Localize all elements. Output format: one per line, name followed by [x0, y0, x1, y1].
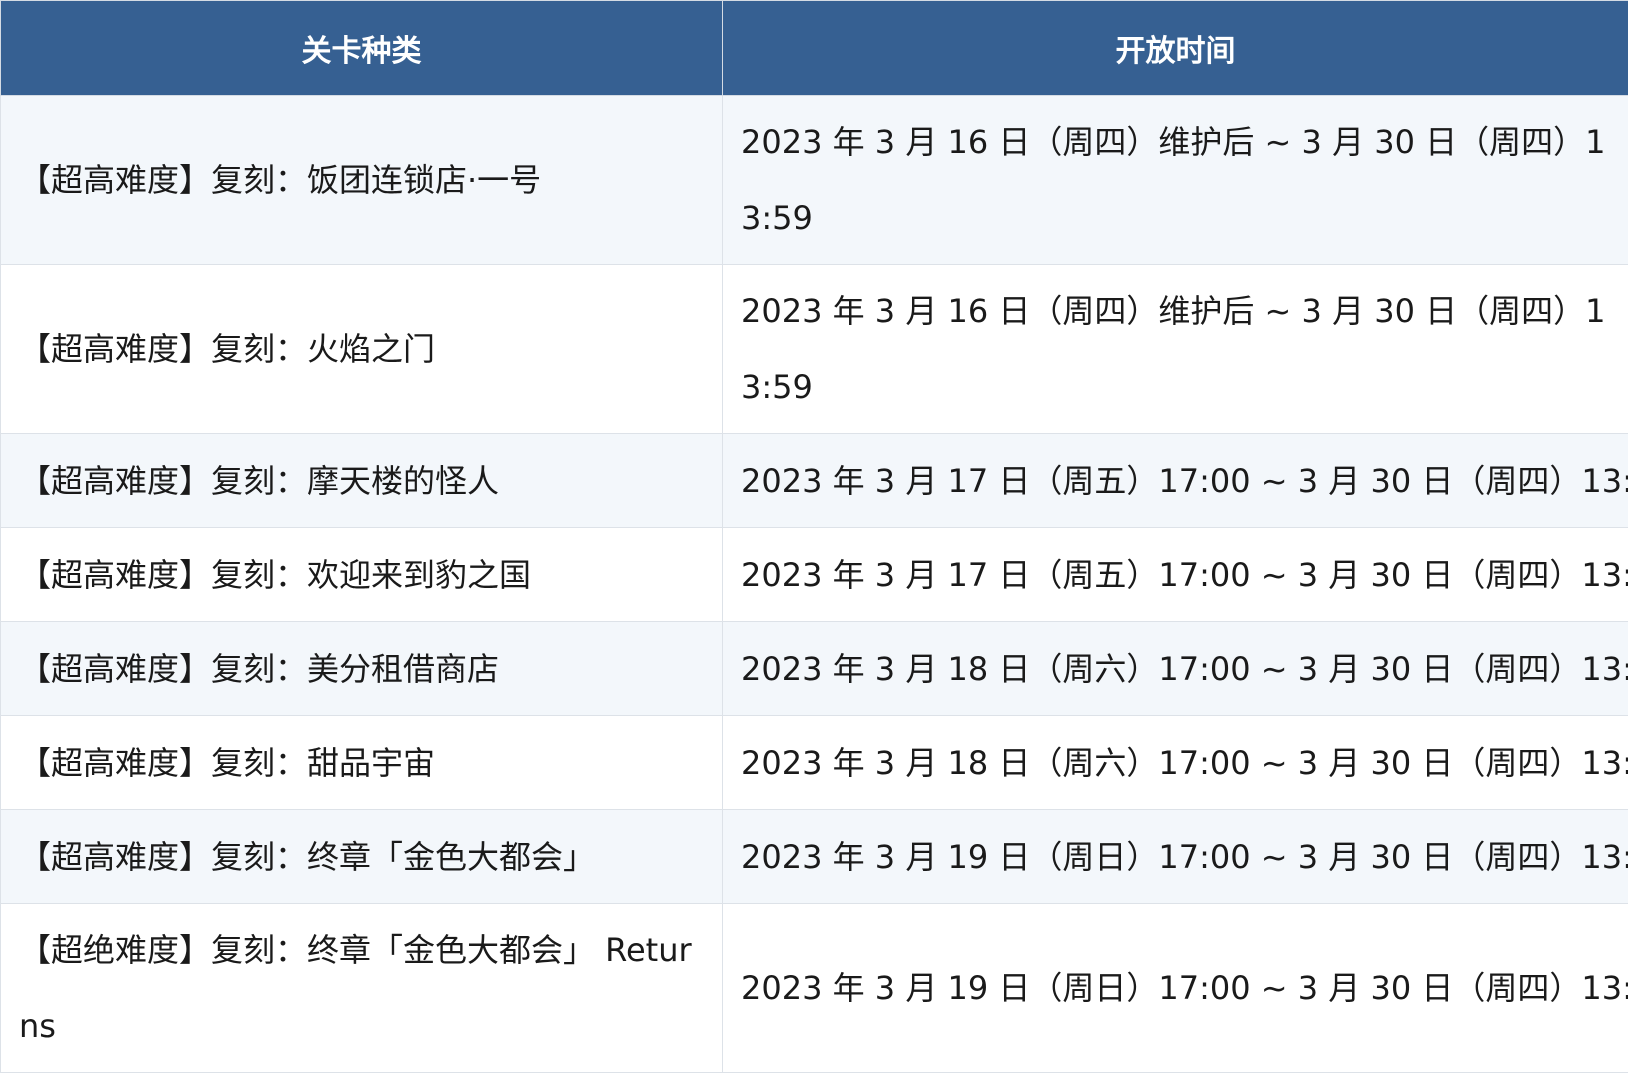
column-header-open-time: 开放时间	[722, 0, 1628, 96]
stage-cell: 【超高难度】复刻：火焰之门	[0, 264, 723, 434]
stage-cell: 【超高难度】复刻：终章「金色大都会」	[0, 809, 723, 904]
table-row: 【超高难度】复刻：甜品宇宙 2023 年 3 月 18 日（周六）17:00 ~…	[0, 715, 1628, 810]
time-cell: 2023 年 3 月 16 日（周四）维护后 ~ 3 月 30 日（周四）13:…	[722, 95, 1628, 265]
table-row: 【超高难度】复刻：摩天楼的怪人 2023 年 3 月 17 日（周五）17:00…	[0, 433, 1628, 528]
time-cell: 2023 年 3 月 18 日（周六）17:00 ~ 3 月 30 日（周四）1…	[722, 715, 1628, 810]
time-cell: 2023 年 3 月 17 日（周五）17:00 ~ 3 月 30 日（周四）1…	[722, 527, 1628, 622]
table-row: 【超高难度】复刻：饭团连锁店·一号 2023 年 3 月 16 日（周四）维护后…	[0, 95, 1628, 265]
table-row: 【超高难度】复刻：火焰之门 2023 年 3 月 16 日（周四）维护后 ~ 3…	[0, 264, 1628, 434]
table-row: 【超高难度】复刻：终章「金色大都会」 2023 年 3 月 19 日（周日）17…	[0, 809, 1628, 904]
time-cell: 2023 年 3 月 19 日（周日）17:00 ~ 3 月 30 日（周四）1…	[722, 809, 1628, 904]
stage-cell: 【超高难度】复刻：甜品宇宙	[0, 715, 723, 810]
stage-cell: 【超高难度】复刻：欢迎来到豹之国	[0, 527, 723, 622]
stage-cell: 【超高难度】复刻：摩天楼的怪人	[0, 433, 723, 528]
table-row: 【超高难度】复刻：欢迎来到豹之国 2023 年 3 月 17 日（周五）17:0…	[0, 527, 1628, 622]
table-row: 【超高难度】复刻：美分租借商店 2023 年 3 月 18 日（周六）17:00…	[0, 621, 1628, 716]
time-cell: 2023 年 3 月 17 日（周五）17:00 ~ 3 月 30 日（周四）1…	[722, 433, 1628, 528]
stage-cell: 【超绝难度】复刻：终章「金色大都会」 Returns	[0, 903, 723, 1073]
time-cell: 2023 年 3 月 16 日（周四）维护后 ~ 3 月 30 日（周四）13:…	[722, 264, 1628, 434]
time-cell: 2023 年 3 月 18 日（周六）17:00 ~ 3 月 30 日（周四）1…	[722, 621, 1628, 716]
table-row: 【超绝难度】复刻：终章「金色大都会」 Returns 2023 年 3 月 19…	[0, 903, 1628, 1073]
stage-schedule-table: 关卡种类 开放时间 【超高难度】复刻：饭团连锁店·一号 2023 年 3 月 1…	[0, 0, 1628, 1073]
table-header-row: 关卡种类 开放时间	[0, 0, 1628, 96]
time-cell: 2023 年 3 月 19 日（周日）17:00 ~ 3 月 30 日（周四）1…	[722, 903, 1628, 1073]
stage-cell: 【超高难度】复刻：美分租借商店	[0, 621, 723, 716]
stage-cell: 【超高难度】复刻：饭团连锁店·一号	[0, 95, 723, 265]
column-header-stage-type: 关卡种类	[0, 0, 723, 96]
